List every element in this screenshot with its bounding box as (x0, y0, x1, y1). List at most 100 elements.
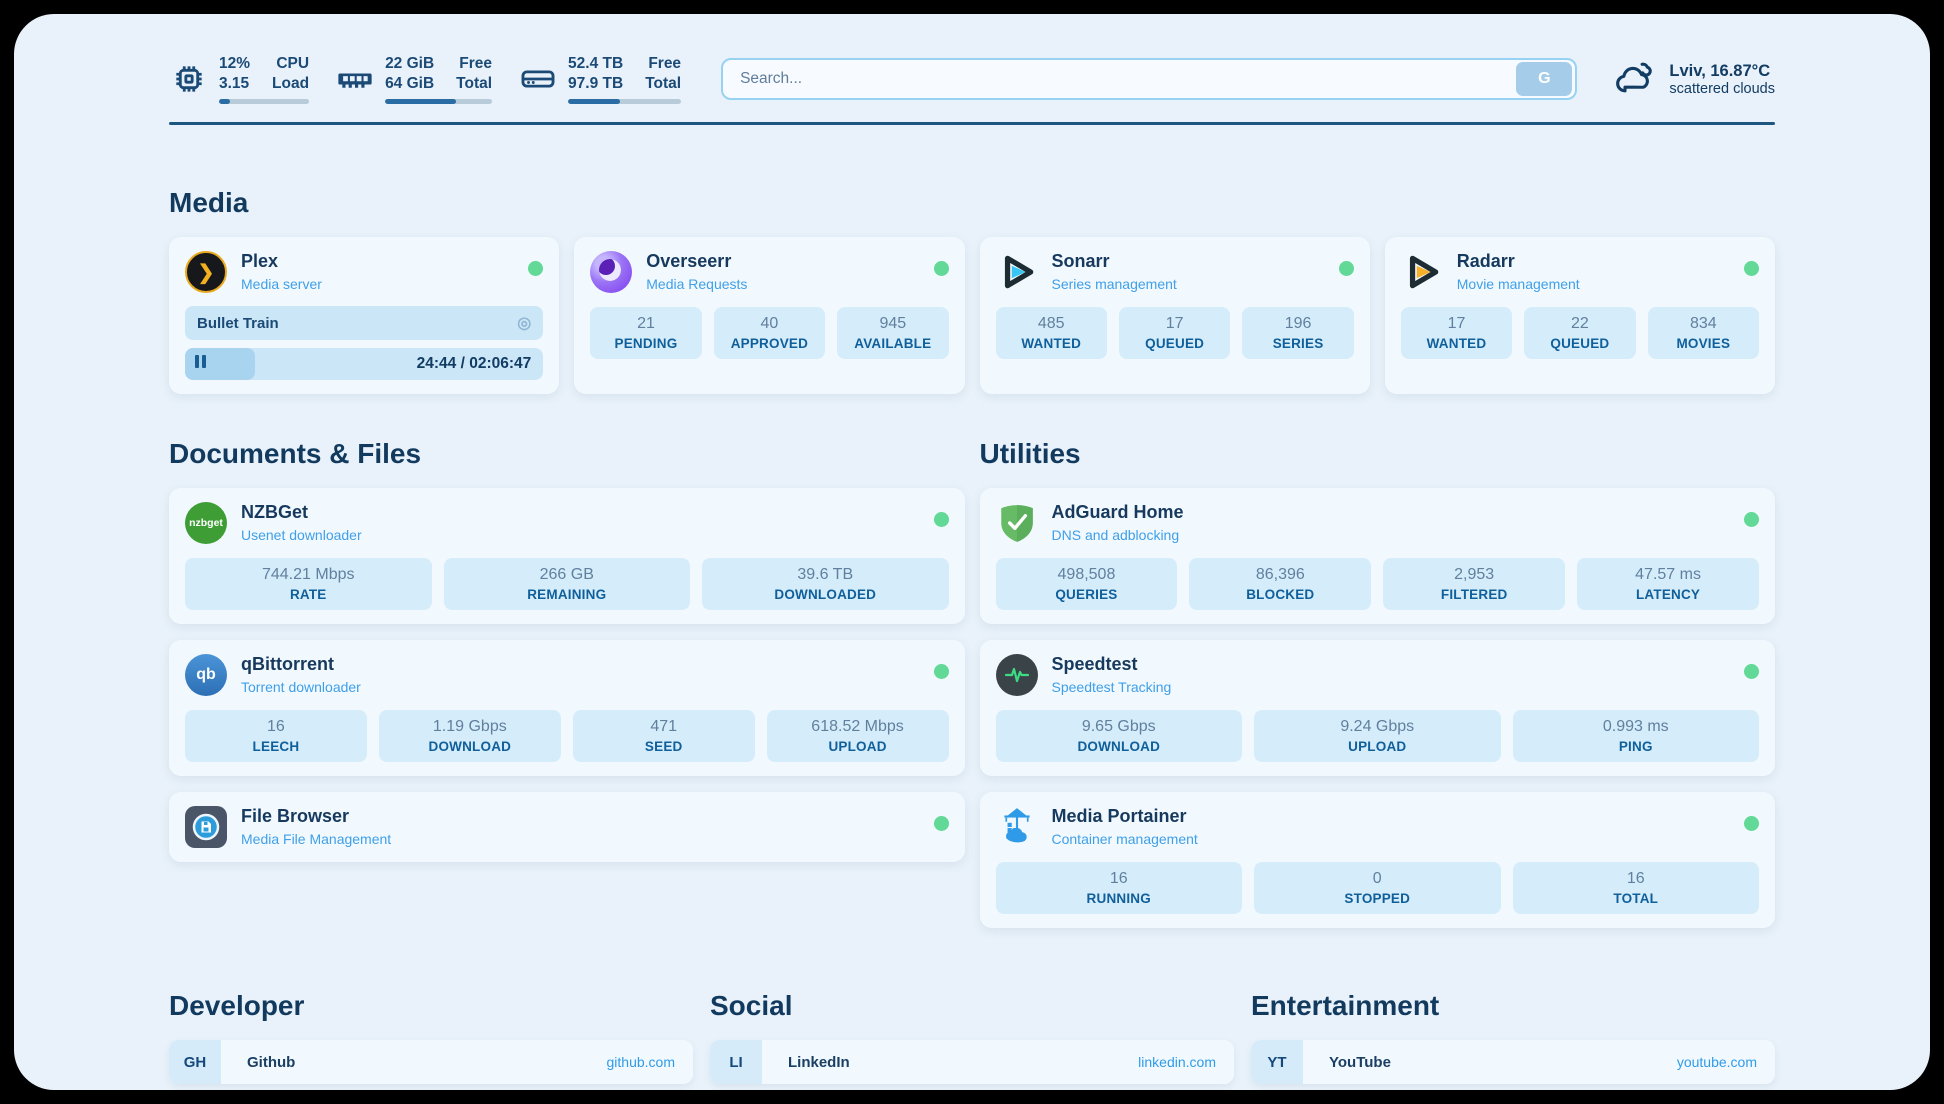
stat-label: LATENCY (1583, 587, 1753, 602)
section-title-entertainment: Entertainment (1251, 990, 1775, 1022)
dashboard-panel: 12% 3.15 CPU Load (14, 14, 1930, 1090)
stat-value: 485 (1002, 315, 1101, 333)
app-card-sonarr[interactable]: Sonarr Series management 485 WANTED 17 Q… (980, 237, 1370, 394)
stat-download: 1.19 Gbps DOWNLOAD (379, 710, 561, 762)
app-name-sonarr: Sonarr (1052, 251, 1339, 273)
pause-icon (195, 355, 209, 373)
app-subtitle-qbittorrent: Torrent downloader (241, 679, 934, 695)
stat-label: DOWNLOADED (708, 587, 943, 602)
stat-value: 498,508 (1002, 566, 1172, 584)
search-bar[interactable]: G (721, 58, 1577, 100)
stat-label: MOVIES (1654, 336, 1753, 351)
link-github[interactable]: GH Github github.com (169, 1040, 693, 1084)
stat-label: WANTED (1002, 336, 1101, 351)
filebrowser-icon (185, 806, 227, 848)
stat-downloaded: 39.6 TB DOWNLOADED (702, 558, 949, 610)
link-url: github.com (607, 1054, 675, 1070)
stat-total: 16 TOTAL (1513, 862, 1760, 914)
app-card-filebrowser[interactable]: File Browser Media File Management (169, 792, 965, 862)
status-online-dot (1744, 664, 1759, 679)
stat-value: 2,953 (1389, 566, 1559, 584)
cpu-icon (169, 59, 209, 99)
cpu-progress-bar (219, 99, 309, 104)
section-entertainment: Entertainment YT YouTube youtube.com NF … (1251, 990, 1775, 1090)
disk-free-label: Free (645, 54, 681, 73)
app-card-overseerr[interactable]: Overseerr Media Requests 21 PENDING 40 A… (574, 237, 964, 394)
stat-stopped: 0 STOPPED (1254, 862, 1501, 914)
stat-series: 196 SERIES (1242, 307, 1353, 359)
stat-value: 196 (1248, 315, 1347, 333)
app-card-portainer[interactable]: Media Portainer Container management 16 … (980, 792, 1776, 928)
stat-seed: 471 SEED (573, 710, 755, 762)
app-name-qbittorrent: qBittorrent (241, 654, 934, 676)
playback-time: 24:44 / 02:06:47 (417, 355, 532, 373)
status-online-dot (934, 816, 949, 831)
stat-label: FILTERED (1389, 587, 1559, 602)
stat-value: 40 (720, 315, 819, 333)
stat-value: 1.19 Gbps (385, 718, 555, 736)
memory-total-value: 64 GiB (385, 74, 434, 93)
link-abbr-badge: GH (169, 1040, 221, 1084)
stat-label: DOWNLOAD (1002, 739, 1237, 754)
stat-wanted: 17 WANTED (1401, 307, 1512, 359)
stat-upload: 9.24 Gbps UPLOAD (1254, 710, 1501, 762)
stat-movies: 834 MOVIES (1648, 307, 1759, 359)
disk-widget: 52.4 TB 97.9 TB Free Total (518, 54, 681, 104)
app-name-portainer: Media Portainer (1052, 806, 1745, 828)
status-online-dot (1744, 261, 1759, 276)
stat-label: SEED (579, 739, 749, 754)
app-card-nzbget[interactable]: nzbget NZBGet Usenet downloader 744.21 M… (169, 488, 965, 624)
memory-icon (335, 59, 375, 99)
app-card-speedtest[interactable]: Speedtest Speedtest Tracking 9.65 Gbps D… (980, 640, 1776, 776)
stat-label: WANTED (1407, 336, 1506, 351)
stat-label: PENDING (596, 336, 695, 351)
app-card-qbittorrent[interactable]: qb qBittorrent Torrent downloader 16 LEE… (169, 640, 965, 776)
plex-icon: ❯ (185, 251, 227, 293)
stat-label: QUEUED (1530, 336, 1629, 351)
qbittorrent-icon: qb (185, 654, 227, 696)
now-playing-title: Bullet Train (197, 315, 279, 332)
memory-progress-bar (385, 99, 492, 104)
stat-pending: 21 PENDING (590, 307, 701, 359)
app-name-plex: Plex (241, 251, 528, 273)
sonarr-icon (996, 251, 1038, 293)
disk-free-value: 52.4 TB (568, 54, 623, 73)
portainer-icon (996, 806, 1038, 848)
stat-download: 9.65 Gbps DOWNLOAD (996, 710, 1243, 762)
search-engine-button[interactable]: G (1516, 62, 1572, 96)
stat-value: 618.52 Mbps (773, 718, 943, 736)
app-name-filebrowser: File Browser (241, 806, 934, 828)
memory-free-value: 22 GiB (385, 54, 434, 73)
stat-value: 9.24 Gbps (1260, 718, 1495, 736)
playback-progress-elapsed (185, 348, 255, 380)
link-youtube[interactable]: YT YouTube youtube.com (1251, 1040, 1775, 1084)
stat-leech: 16 LEECH (185, 710, 367, 762)
stat-value: 0 (1260, 870, 1495, 888)
stat-blocked: 86,396 BLOCKED (1189, 558, 1371, 610)
stat-approved: 40 APPROVED (714, 307, 825, 359)
status-online-dot (528, 261, 543, 276)
app-subtitle-speedtest: Speedtest Tracking (1052, 679, 1745, 695)
disk-total-label: Total (645, 74, 681, 93)
top-bar: 12% 3.15 CPU Load (169, 14, 1775, 114)
stat-value: 17 (1407, 315, 1506, 333)
stat-label: QUEUED (1125, 336, 1224, 351)
search-input[interactable] (726, 70, 1516, 88)
section-media: Media ❯ Plex Media server Bullet Train ◎ (169, 187, 1775, 394)
app-card-radarr[interactable]: Radarr Movie management 17 WANTED 22 QUE… (1385, 237, 1775, 394)
section-title-documents: Documents & Files (169, 438, 965, 470)
app-subtitle-filebrowser: Media File Management (241, 831, 934, 847)
app-card-adguard[interactable]: AdGuard Home DNS and adblocking 498,508 … (980, 488, 1776, 624)
status-online-dot (1744, 816, 1759, 831)
app-subtitle-overseerr: Media Requests (646, 276, 933, 292)
app-card-plex[interactable]: ❯ Plex Media server Bullet Train ◎ (169, 237, 559, 394)
section-social: Social LI LinkedIn linkedin.com TW Twitt… (710, 990, 1234, 1090)
status-online-dot (1744, 512, 1759, 527)
stat-value: 945 (843, 315, 942, 333)
stat-value: 16 (1002, 870, 1237, 888)
link-linkedin[interactable]: LI LinkedIn linkedin.com (710, 1040, 1234, 1084)
cpu-usage-value: 12% (219, 54, 250, 73)
app-name-overseerr: Overseerr (646, 251, 933, 273)
stat-label: STOPPED (1260, 891, 1495, 906)
stat-value: 471 (579, 718, 749, 736)
